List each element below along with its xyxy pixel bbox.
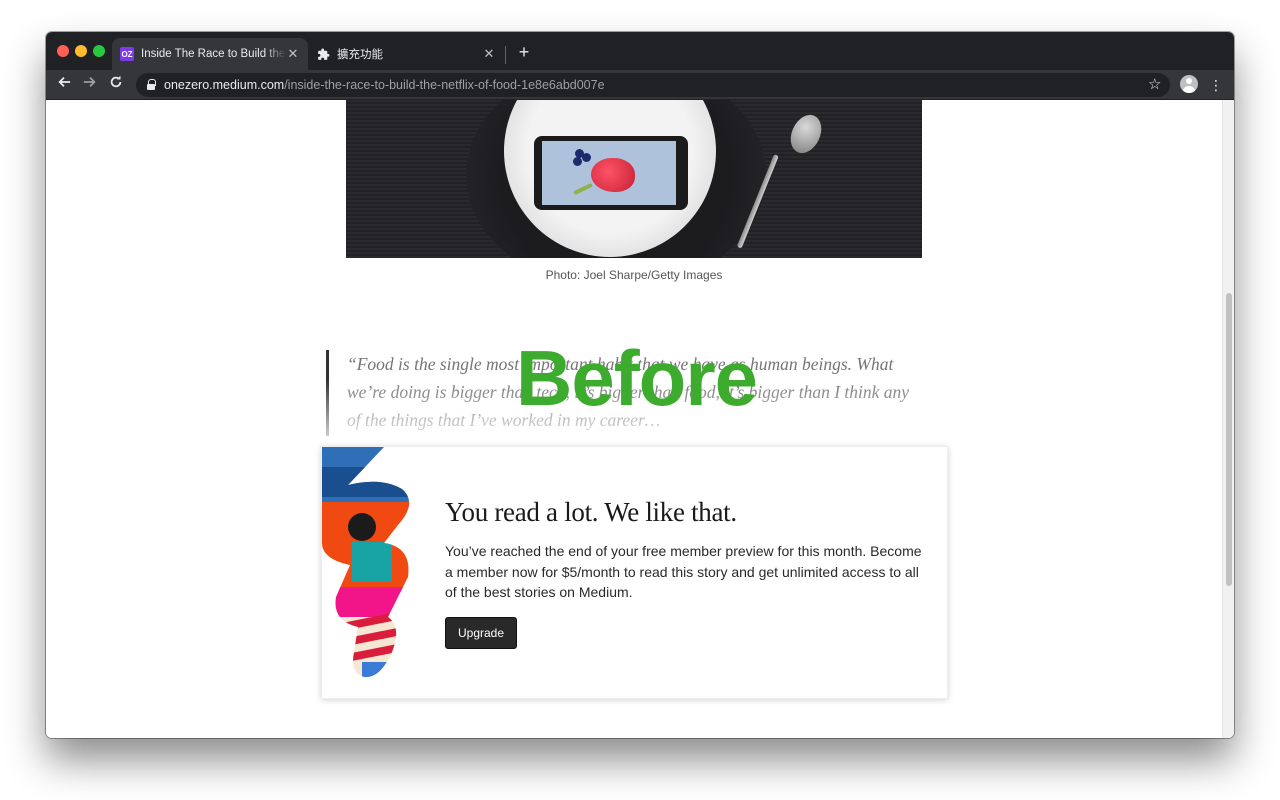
maximize-window-button[interactable]: [93, 45, 105, 57]
arrow-left-icon: [58, 77, 71, 87]
puzzle-icon: [316, 47, 330, 61]
close-tab-icon[interactable]: ✕: [482, 46, 496, 62]
browser-window: OZ Inside The Race to Build the Netflix …: [46, 32, 1234, 738]
url-text: onezero.medium.com/inside-the-race-to-bu…: [164, 78, 605, 92]
profile-avatar-icon[interactable]: [1180, 75, 1198, 93]
close-window-button[interactable]: [57, 45, 69, 57]
paywall-card: You read a lot. We like that. You’ve rea…: [321, 446, 948, 699]
new-tab-button[interactable]: +: [514, 42, 534, 62]
reload-icon: [110, 75, 122, 88]
scrollbar-thumb[interactable]: [1226, 293, 1232, 586]
page-scrollbar[interactable]: [1222, 100, 1234, 738]
browser-toolbar: onezero.medium.com/inside-the-race-to-bu…: [46, 70, 1234, 100]
minimize-window-button[interactable]: [75, 45, 87, 57]
paywall-title: You read a lot. We like that.: [445, 497, 737, 527]
paywall-illustration: [322, 447, 410, 678]
tab-extensions[interactable]: 擴充功能 ✕: [308, 38, 504, 70]
lock-icon: [146, 79, 156, 91]
photo-caption: Photo: Joel Sharpe/Getty Images: [545, 268, 723, 282]
back-button[interactable]: [54, 75, 74, 95]
reload-button[interactable]: [106, 75, 126, 95]
arrow-right-icon: [83, 77, 96, 87]
upgrade-button[interactable]: Upgrade: [445, 617, 517, 649]
forward-button[interactable]: [80, 75, 100, 95]
tab-article[interactable]: OZ Inside The Race to Build the Netflix …: [112, 38, 308, 70]
tab-strip: OZ Inside The Race to Build the Netflix …: [46, 32, 1234, 70]
tab-separator: [505, 46, 506, 64]
article-hero-image: [346, 100, 922, 258]
bookmark-star-icon[interactable]: ☆: [1148, 75, 1161, 95]
more-menu-icon[interactable]: ⋮: [1208, 75, 1224, 95]
tab-title: Inside The Race to Build the Netflix of …: [141, 48, 286, 60]
address-bar[interactable]: onezero.medium.com/inside-the-race-to-bu…: [136, 73, 1170, 97]
paywall-body: You’ve reached the end of your free memb…: [445, 543, 922, 600]
onezero-favicon-icon: OZ: [120, 47, 134, 61]
close-tab-icon[interactable]: ✕: [286, 46, 300, 62]
page-content: Photo: Joel Sharpe/Getty Images “Food is…: [46, 100, 1234, 738]
tab-title: 擴充功能: [337, 49, 383, 61]
before-overlay-label: Before: [516, 334, 758, 422]
